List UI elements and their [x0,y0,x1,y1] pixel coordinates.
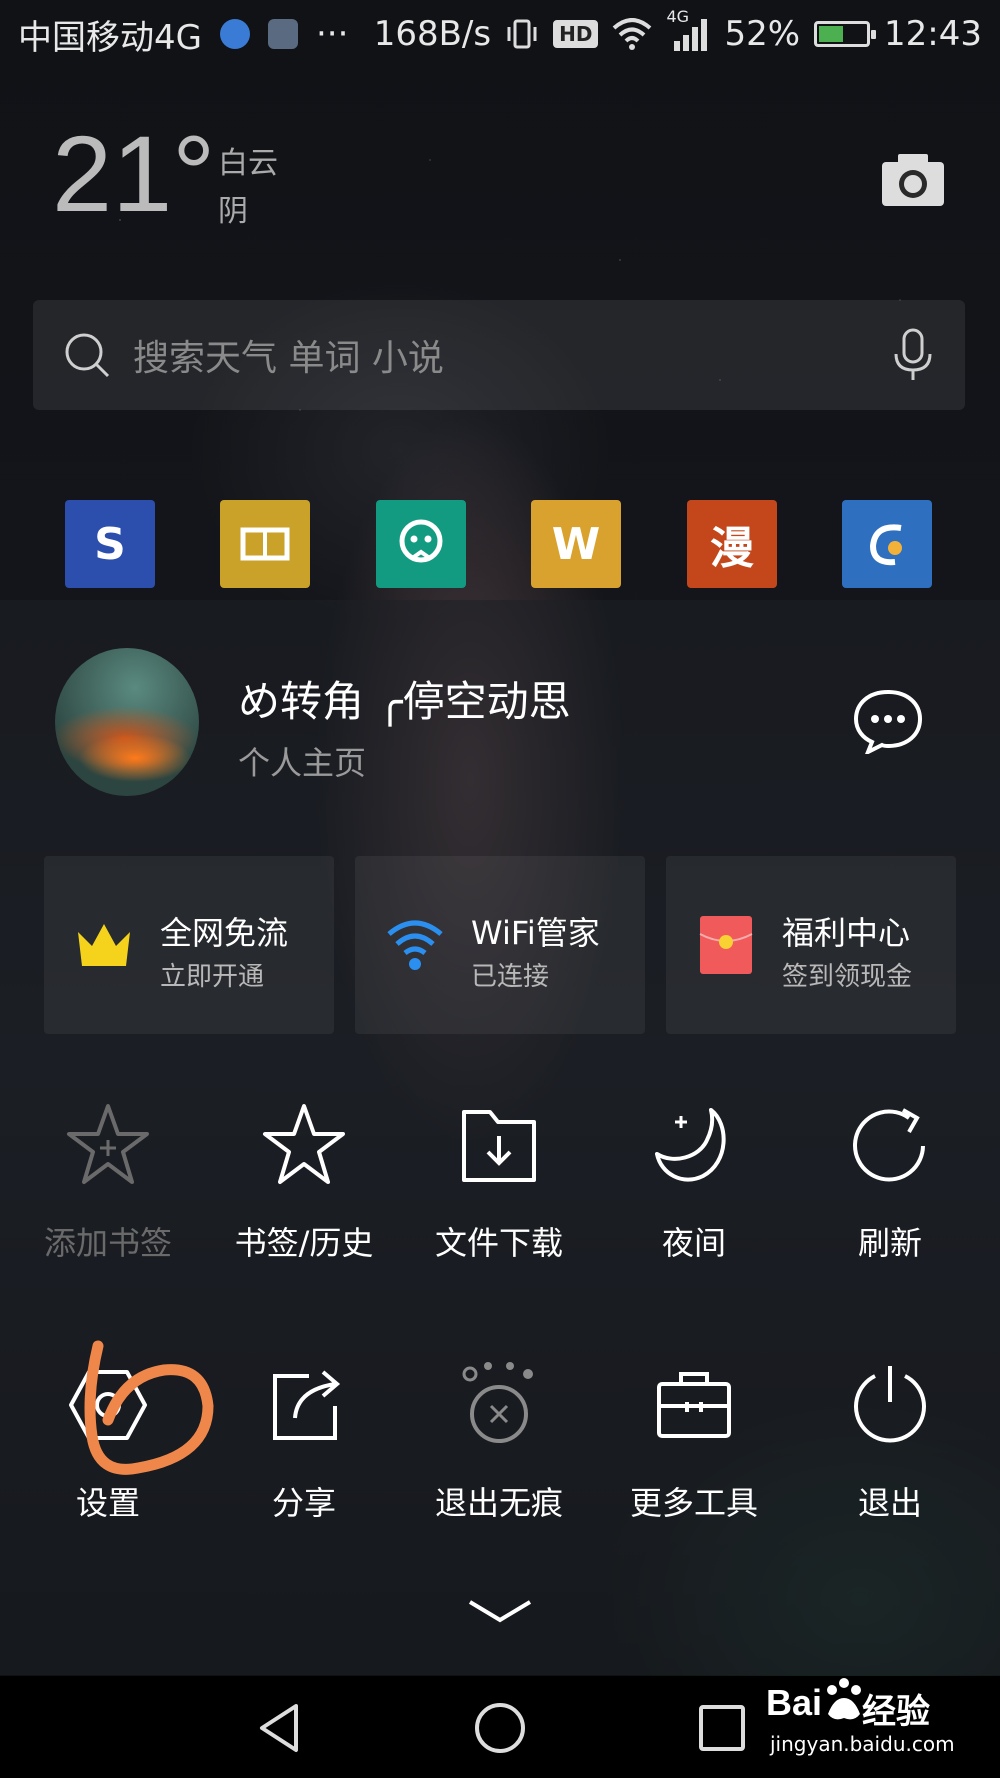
card-subtitle: 立即开通 [160,962,265,992]
more-tools-button[interactable]: 更多工具 [596,1362,792,1524]
weather-condition: 阴 [218,194,248,229]
night-mode-button[interactable]: 夜间 [596,1102,792,1264]
tool-label: 刷新 [857,1224,922,1262]
crown-icon [78,924,130,966]
hd-icon: HD [553,20,599,48]
wifi-manager-card[interactable]: WiFi管家 已连接 [355,856,645,1034]
clock: 12:43 [884,14,982,54]
message-icon[interactable] [852,688,924,754]
exit-incognito-button[interactable]: 退出无痕 [401,1362,597,1524]
tool-label: 退出 [857,1484,922,1522]
card-subtitle: 签到领现金 [782,962,913,992]
feature-cards: 全网免流 立即开通 WiFi管家 已连接 福利中心 签到领现金 [44,856,956,1034]
annotation-circle [84,1340,214,1475]
rewards-center-card[interactable]: 福利中心 签到领现金 [666,856,956,1034]
cellular-signal-icon: 4G [666,7,710,51]
gallery-notification-icon [267,19,298,49]
wifi-status-icon [613,18,652,50]
watermark-url: jingyan.baidu.com [770,1732,955,1756]
incognito-exit-icon [462,1362,533,1443]
watermark-text: 经验 [862,1692,930,1732]
card-title: 福利中心 [782,914,911,952]
tool-label: 文件下载 [434,1224,563,1262]
star-icon [263,1104,345,1184]
share-icon [273,1370,341,1440]
tool-label: 添加书签 [43,1224,172,1262]
watermark-logo: Bai [766,1682,823,1723]
tool-label: 分享 [271,1484,336,1522]
profile-link[interactable]: 个人主页 [238,738,366,784]
username[interactable]: め转角 ╭停空动思 [238,668,571,729]
card-subtitle: 已连接 [471,962,550,992]
add-bookmark-button[interactable]: 添加书签 [10,1102,206,1264]
vibrate-icon [507,19,537,49]
battery-fill [819,26,844,42]
recents-icon[interactable] [696,1702,748,1754]
carrier-label: 中国移动4G [18,17,202,58]
status-bar: 中国移动4G ··· 168B/s HD 4G 52% 12:43 [0,0,1000,68]
more-notifications-icon: ··· [315,14,349,54]
exit-button[interactable]: 退出 [792,1362,988,1524]
battery-percent: 52% [724,14,801,54]
temperature[interactable]: 21° [52,120,215,228]
wifi-icon [387,920,443,970]
share-button[interactable]: 分享 [206,1362,402,1524]
search-bar[interactable]: 搜索天气 单词 小说 [33,300,965,410]
card-title: 全网免流 [160,914,289,952]
back-icon[interactable] [254,1702,306,1754]
power-icon [854,1366,926,1443]
avatar[interactable] [55,648,199,796]
weather-details[interactable]: 白云 阴 [218,140,278,236]
red-envelope-icon [699,916,753,974]
comic-app-icon[interactable]: 漫 [687,500,777,588]
free-data-card[interactable]: 全网免流 立即开通 [44,856,334,1034]
sohu-app-icon[interactable]: S [65,500,155,588]
refresh-icon [853,1108,925,1182]
tool-label: 书签/历史 [234,1224,374,1262]
tool-label: 更多工具 [629,1484,758,1522]
tool-label: 退出无痕 [434,1484,563,1522]
dolphin-app-icon[interactable] [842,500,932,588]
card-title: WiFi管家 [471,914,600,952]
bookmarks-history-button[interactable]: 书签/历史 [206,1102,402,1264]
paw-icon [827,1678,861,1720]
search-placeholder: 搜索天气 单词 小说 [133,338,444,379]
star-plus-icon [67,1104,149,1184]
weather-location: 白云 [218,146,278,181]
crown-app-icon[interactable]: W [531,500,621,588]
search-icon [65,333,110,378]
battery-icon [814,21,877,47]
toolbox-icon [657,1372,731,1438]
chevron-down-icon[interactable] [466,1596,534,1626]
moon-icon [655,1108,726,1182]
network-speed: 168B/s [373,14,492,54]
reader-app-icon[interactable] [220,500,310,588]
camera-icon[interactable] [880,150,946,208]
microphone-icon[interactable] [891,328,935,382]
file-download-button[interactable]: 文件下载 [401,1102,597,1264]
refresh-button[interactable]: 刷新 [792,1102,988,1264]
browser-notification-icon [219,19,250,49]
tool-label: 夜间 [661,1224,726,1262]
download-folder-icon [462,1110,536,1182]
ghost-app-icon[interactable] [376,500,466,588]
home-icon[interactable] [474,1702,526,1754]
